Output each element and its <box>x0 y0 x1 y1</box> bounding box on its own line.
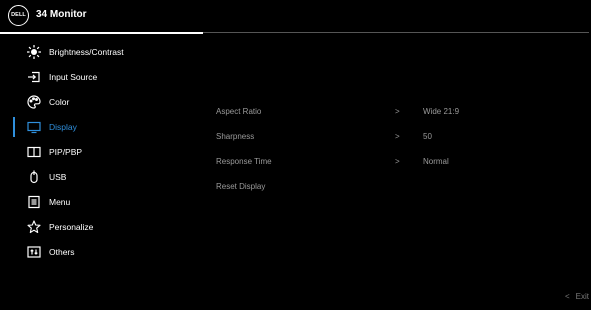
dell-logo: DELL <box>8 5 29 26</box>
color-palette-icon <box>27 95 41 109</box>
setting-reset-display[interactable]: Reset Display <box>216 182 576 207</box>
setting-value: Wide 21:9 <box>423 107 460 116</box>
menu-item-label: Display <box>49 122 77 132</box>
menu-item-label: PIP/PBP <box>49 147 83 157</box>
pip-pbp-icon <box>27 145 41 159</box>
chevron-right-icon: > <box>395 157 400 166</box>
setting-response-time[interactable]: Response Time > Normal <box>216 157 576 182</box>
display-icon <box>27 120 41 134</box>
menu-item-display[interactable]: Display <box>0 114 200 139</box>
menu-item-others[interactable]: Others <box>0 239 200 264</box>
exit-label: Exit <box>575 292 589 301</box>
setting-aspect-ratio[interactable]: Aspect Ratio > Wide 21:9 <box>216 107 576 132</box>
input-source-icon <box>27 70 41 84</box>
menu-list-icon <box>27 195 41 209</box>
menu-item-label: Menu <box>49 197 71 207</box>
header-divider <box>203 32 589 33</box>
setting-sharpness[interactable]: Sharpness > 50 <box>216 132 576 157</box>
main-menu: Brightness/Contrast Input Source Color D… <box>0 39 200 264</box>
menu-item-label: Brightness/Contrast <box>49 47 124 57</box>
chevron-right-icon: > <box>395 132 400 141</box>
menu-item-label: Others <box>49 247 75 257</box>
menu-item-label: USB <box>49 172 67 182</box>
setting-label: Response Time <box>216 157 272 166</box>
menu-item-usb[interactable]: USB <box>0 164 200 189</box>
menu-item-label: Input Source <box>49 72 98 82</box>
menu-item-brightness-contrast[interactable]: Brightness/Contrast <box>0 39 200 64</box>
menu-item-menu[interactable]: Menu <box>0 189 200 214</box>
display-settings-panel: Aspect Ratio > Wide 21:9 Sharpness > 50 … <box>216 107 576 207</box>
menu-item-pip-pbp[interactable]: PIP/PBP <box>0 139 200 164</box>
menu-item-color[interactable]: Color <box>0 89 200 114</box>
others-icon <box>27 245 41 259</box>
header-divider-active <box>0 32 203 34</box>
chevron-left-icon: < <box>564 292 570 301</box>
star-icon <box>27 220 41 234</box>
setting-value: Normal <box>423 157 449 166</box>
menu-item-personalize[interactable]: Personalize <box>0 214 200 239</box>
chevron-right-icon: > <box>395 107 400 116</box>
menu-item-input-source[interactable]: Input Source <box>0 64 200 89</box>
setting-value: 50 <box>423 132 432 141</box>
setting-label: Aspect Ratio <box>216 107 262 116</box>
page-title: 34 Monitor <box>36 9 87 20</box>
osd-header: DELL 34 Monitor <box>0 0 591 33</box>
menu-item-label: Color <box>49 97 70 107</box>
menu-item-label: Personalize <box>49 222 94 232</box>
setting-label: Reset Display <box>216 182 266 191</box>
usb-mouse-icon <box>27 170 41 184</box>
setting-label: Sharpness <box>216 132 255 141</box>
brightness-icon <box>26 44 42 60</box>
exit-button[interactable]: < Exit <box>565 292 589 301</box>
